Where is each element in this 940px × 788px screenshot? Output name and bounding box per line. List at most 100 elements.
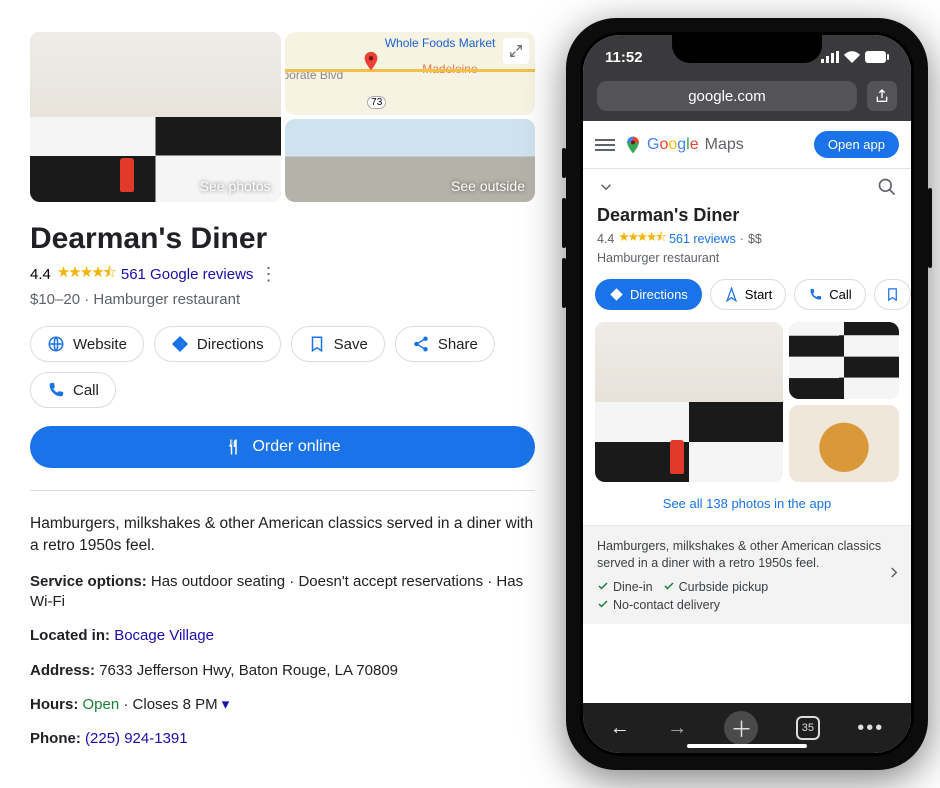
maps-pin-icon (623, 135, 643, 155)
phone: Phone: (225) 924-1391 (30, 729, 535, 749)
address: Address: 7633 Jefferson Hwy, Baton Rouge… (30, 661, 535, 681)
located-label: Located in: (30, 627, 110, 644)
search-icon[interactable] (877, 177, 897, 197)
cellular-icon (821, 51, 839, 63)
chevron-down-icon[interactable] (597, 178, 615, 196)
rating-value: 4.4 (30, 266, 51, 283)
hamburger-menu-icon[interactable] (595, 139, 615, 151)
map-pin-icon (360, 50, 382, 72)
m-photo-main[interactable] (595, 322, 783, 482)
m-start-button[interactable]: Start (710, 279, 786, 310)
open-status: Open (83, 696, 120, 713)
tab-count: 35 (802, 722, 814, 734)
located-link[interactable]: Bocage Village (114, 627, 214, 644)
m-photo-food[interactable] (789, 405, 899, 482)
m-category: Hamburger restaurant (583, 251, 911, 273)
map-road (285, 69, 536, 115)
exterior-photo-tile[interactable]: See outside (285, 119, 536, 202)
more-menu-icon[interactable]: ••• (857, 717, 884, 740)
restaurant-icon (224, 438, 242, 456)
m-rating-value: 4.4 (597, 232, 614, 246)
map-thumbnail[interactable]: Whole Foods Market rporate Blvd Madelein… (285, 32, 536, 115)
save-label: Save (334, 336, 368, 353)
hours-rest: · Closes 8 PM (119, 696, 217, 713)
divider (30, 490, 535, 491)
maps-suffix: Maps (705, 136, 744, 154)
m-start-label: Start (745, 287, 772, 302)
m-reviews-link[interactable]: 561 reviews (669, 232, 736, 246)
order-online-button[interactable]: Order online (30, 426, 535, 468)
m-directions-label: Directions (630, 287, 688, 302)
m-description-box[interactable]: Hamburgers, milkshakes & other American … (583, 525, 911, 624)
website-button[interactable]: Website (30, 326, 144, 362)
notch (672, 35, 822, 63)
m-description: Hamburgers, milkshakes & other American … (597, 538, 897, 572)
status-time: 11:52 (605, 49, 643, 66)
website-label: Website (73, 336, 127, 353)
directions-icon (609, 287, 624, 302)
m-action-row: Directions Start Call (583, 273, 911, 322)
m-directions-button[interactable]: Directions (595, 279, 702, 310)
check-curbside: Curbside pickup (663, 580, 769, 594)
m-photo-interior[interactable] (789, 322, 899, 399)
hours-label: Hours: (30, 696, 78, 713)
forward-button[interactable]: → (667, 717, 687, 740)
service-label: Service options: (30, 573, 147, 590)
m-service-checks: Dine-in Curbside pickup No-contact deliv… (597, 580, 897, 612)
business-description: Hamburgers, milkshakes & other American … (30, 513, 535, 558)
share-button[interactable]: Share (395, 326, 495, 362)
see-outside-label: See outside (451, 178, 525, 194)
m-save-button[interactable] (874, 279, 911, 310)
route-badge: 73 (367, 96, 386, 109)
new-tab-button[interactable]: ＋ (724, 711, 758, 745)
save-button[interactable]: Save (291, 326, 385, 362)
navigate-icon (724, 287, 739, 302)
business-title: Dearman's Diner (30, 222, 535, 256)
m-call-label: Call (829, 287, 851, 302)
status-icons (821, 51, 889, 63)
bookmark-icon (885, 287, 900, 302)
m-call-button[interactable]: Call (794, 279, 865, 310)
home-indicator[interactable] (687, 744, 807, 748)
screen: 11:52 google.com Google Maps (583, 35, 911, 753)
price-category: $10–20 · Hamburger restaurant (30, 291, 535, 308)
reviews-link[interactable]: 561 Google reviews (121, 266, 254, 283)
service-options: Service options: Has outdoor seating · D… (30, 572, 535, 613)
m-rating-line: 4.4 ★★★★⯪ 561 reviews · $$ (583, 228, 911, 251)
m-price: $$ (748, 232, 762, 246)
back-button[interactable]: ← (610, 717, 630, 740)
located-in: Located in: Bocage Village (30, 626, 535, 646)
address-label: Address: (30, 662, 95, 679)
phone-link[interactable]: (225) 924-1391 (85, 730, 188, 747)
dot-sep: · (740, 232, 744, 246)
share-page-button[interactable] (867, 81, 897, 111)
photo-right-column: Whole Foods Market rporate Blvd Madelein… (285, 32, 536, 202)
open-app-button[interactable]: Open app (814, 131, 899, 158)
call-button[interactable]: Call (30, 372, 116, 408)
tabs-button[interactable]: 35 (796, 716, 820, 740)
bookmark-icon (308, 335, 326, 353)
directions-button[interactable]: Directions (154, 326, 281, 362)
call-label: Call (73, 382, 99, 399)
hours[interactable]: Hours: Open · Closes 8 PM ▾ (30, 695, 535, 715)
url-field[interactable]: google.com (597, 81, 857, 111)
more-options-icon[interactable]: ⋮ (259, 264, 277, 285)
maps-header: Google Maps Open app (583, 121, 911, 169)
directions-icon (171, 335, 189, 353)
volume-up (562, 198, 566, 248)
see-all-photos-link[interactable]: See all 138 photos in the app (583, 482, 911, 525)
dropdown-icon[interactable]: ▾ (222, 696, 230, 713)
interior-photo-tile[interactable]: See photos (30, 32, 281, 202)
m-photo-column (789, 322, 899, 482)
sub-header (583, 169, 911, 205)
safari-urlbar: google.com (583, 79, 911, 121)
phone-icon (808, 287, 823, 302)
wifi-icon (844, 51, 860, 63)
map-label-whole-foods: Whole Foods Market (385, 36, 496, 50)
expand-map-button[interactable] (503, 38, 529, 64)
google-maps-logo[interactable]: Google Maps (623, 135, 744, 155)
check-delivery: No-contact delivery (597, 598, 897, 612)
google-business-panel: See photos Whole Foods Market rporate Bl… (30, 32, 535, 749)
globe-icon (47, 335, 65, 353)
address-value: 7633 Jefferson Hwy, Baton Rouge, LA 7080… (95, 662, 398, 679)
